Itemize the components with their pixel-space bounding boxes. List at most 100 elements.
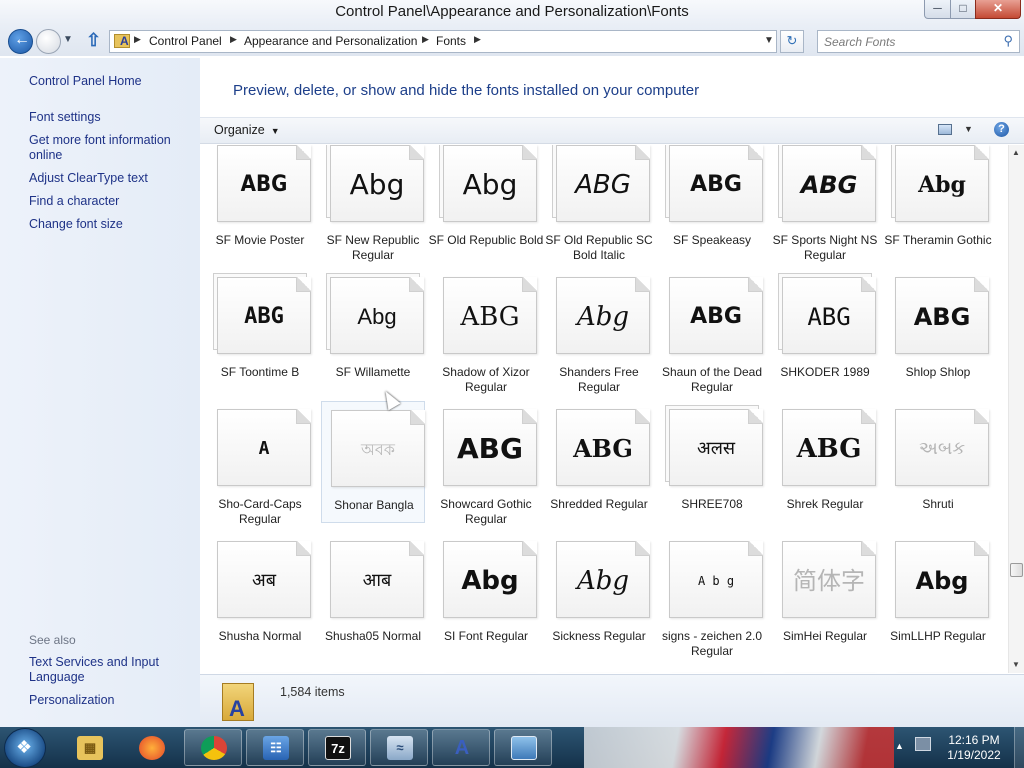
font-sample: Abg [462, 167, 518, 201]
font-tile[interactable]: अब Shusha Normal [208, 533, 312, 655]
taskbar-7zip[interactable]: 7z [308, 729, 366, 766]
font-tile[interactable]: Abg SF Theramin Gothic [884, 145, 992, 259]
font-settings-link[interactable]: Font settings [29, 110, 194, 125]
start-button[interactable]: ❖ [4, 728, 46, 768]
font-tile[interactable]: Abg Sickness Regular [547, 533, 651, 655]
vertical-scrollbar[interactable]: ▲ ▼ [1008, 145, 1024, 673]
system-clock[interactable]: 12:16 PM 1/19/2022 [935, 733, 1013, 763]
taskbar-chrome[interactable] [184, 729, 242, 766]
font-tile[interactable]: ABG SF Speakeasy [660, 145, 764, 259]
font-name: SF Theramin Gothic [884, 233, 992, 247]
search-input[interactable] [824, 33, 994, 50]
search-icon[interactable]: ⚲ [1003, 33, 1013, 49]
change-view-icon[interactable] [938, 124, 952, 135]
font-name: Sickness Regular [552, 629, 646, 643]
font-tile[interactable]: ABG SF Toontime B [208, 269, 312, 391]
chevron-right-icon[interactable]: ▶ [134, 34, 141, 45]
font-preview-icon: ABG [217, 145, 311, 222]
taskbar-font-viewer[interactable]: A [432, 729, 490, 766]
search-box[interactable]: ⚲ [817, 30, 1020, 53]
show-hidden-icons-icon[interactable]: ▲ [895, 741, 904, 751]
scroll-down-icon[interactable]: ▼ [1012, 660, 1020, 669]
font-tile[interactable] [434, 665, 538, 673]
breadcrumb-control-panel[interactable]: Control Panel [149, 34, 222, 48]
help-icon[interactable]: ? [994, 122, 1009, 137]
refresh-button[interactable]: ↻ [780, 30, 804, 53]
font-tile[interactable] [773, 665, 877, 673]
see-also-heading: See also [29, 633, 76, 647]
font-tile[interactable]: अलस SHREE708 [660, 401, 764, 523]
scrollbar-thumb[interactable] [1010, 563, 1023, 577]
font-tile[interactable] [321, 665, 425, 673]
font-name: Shlop Shlop [905, 365, 971, 379]
breadcrumb-fonts[interactable]: Fonts [436, 34, 466, 48]
change-font-size-link[interactable]: Change font size [29, 217, 194, 232]
maximize-button[interactable]: □ [950, 0, 976, 19]
font-tile[interactable]: ABG Shaun of the Dead Regular [660, 269, 764, 394]
font-tile[interactable]: ABG Showcard Gothic Regular [434, 401, 538, 526]
font-tile[interactable]: ABG SF Sports Night NS Regular [773, 145, 877, 262]
font-name: SF New Republic Regular [326, 233, 420, 262]
font-tile[interactable]: Abg SI Font Regular [434, 533, 538, 655]
back-button[interactable]: ← [8, 29, 33, 54]
font-tile[interactable]: Abg SimLLHP Regular [886, 533, 990, 655]
font-tile[interactable] [547, 665, 651, 673]
taskbar-photo-viewer[interactable] [494, 729, 552, 766]
address-bar[interactable]: A ▶ Control Panel ▶ Appearance and Perso… [109, 30, 777, 53]
font-tile[interactable] [208, 665, 312, 673]
item-count: 1,584 items [280, 685, 345, 699]
font-tile[interactable] [886, 665, 990, 673]
font-tile[interactable]: Abg SF Willamette [321, 269, 425, 391]
font-tile[interactable]: અબક Shruti [886, 401, 990, 523]
font-preview-icon: Abg [330, 277, 424, 354]
minimize-button[interactable]: ─ [924, 0, 951, 19]
forward-button[interactable] [36, 29, 61, 54]
taskbar-control-panel[interactable]: ☷ [246, 729, 304, 766]
font-tile[interactable]: Abg SF New Republic Regular [321, 145, 425, 262]
taskbar-firefox[interactable] [122, 729, 180, 766]
address-dropdown-icon[interactable]: ▼ [764, 35, 774, 46]
font-tile[interactable]: অবক Shonar Bangla [321, 401, 425, 523]
font-tile[interactable]: ABG Shadow of Xizor Regular [434, 269, 538, 394]
font-tile[interactable]: ABG Shlop Shlop [886, 269, 990, 391]
font-name: Shusha Normal [218, 629, 302, 643]
font-name: Shrek Regular [786, 497, 864, 511]
font-sample: A b g [697, 573, 735, 588]
font-tile[interactable]: ABG SHKODER 1989 [773, 269, 877, 391]
font-tile[interactable]: Abg SF Old Republic Bold [429, 145, 543, 259]
breadcrumb-appearance[interactable]: Appearance and Personalization [244, 34, 417, 48]
font-tile[interactable]: आब Shusha05 Normal [321, 533, 425, 655]
font-tile[interactable]: ABG Shrek Regular [773, 401, 877, 523]
font-tile[interactable] [660, 665, 764, 673]
taskbar-file-explorer[interactable]: ▦ [60, 729, 118, 766]
font-preview-icon: ABG [782, 277, 876, 354]
font-tile[interactable]: ABG SF Movie Poster [208, 145, 312, 259]
text-services-link[interactable]: Text Services and Input Language [29, 655, 194, 685]
chevron-right-icon[interactable]: ▶ [422, 34, 429, 45]
font-sample: ABG [460, 301, 520, 332]
up-arrow-icon[interactable]: ⇧ [86, 30, 101, 51]
network-icon[interactable] [915, 737, 931, 751]
close-button[interactable]: ✕ [975, 0, 1021, 19]
view-options-dropdown-icon[interactable]: ▼ [964, 124, 973, 134]
more-font-info-link[interactable]: Get more font information online [29, 133, 194, 163]
font-sample: Abg [576, 301, 630, 332]
font-tile[interactable]: A Sho-Card-Caps Regular [208, 401, 312, 526]
show-desktop-button[interactable] [1014, 727, 1024, 768]
scroll-up-icon[interactable]: ▲ [1012, 148, 1020, 157]
font-tile[interactable]: ABG SF Old Republic SC Bold Italic [545, 145, 653, 262]
font-tile[interactable]: 简体字 SimHei Regular [773, 533, 877, 655]
font-tile[interactable]: ABG Shredded Regular [547, 401, 651, 523]
recent-pages-dropdown-icon[interactable]: ▼ [63, 34, 73, 45]
personalization-link[interactable]: Personalization [29, 693, 194, 708]
chevron-right-icon[interactable]: ▶ [474, 34, 481, 45]
adjust-cleartype-link[interactable]: Adjust ClearType text [29, 171, 194, 186]
chevron-right-icon[interactable]: ▶ [230, 34, 237, 45]
control-panel-home-link[interactable]: Control Panel Home [29, 74, 194, 89]
find-character-link[interactable]: Find a character [29, 194, 194, 209]
font-tile[interactable]: Abg Shanders Free Regular [547, 269, 651, 394]
taskbar-resource-monitor[interactable]: ≈ [370, 729, 428, 766]
font-tile[interactable]: A b g signs - zeichen 2.0 Regular [660, 533, 764, 658]
font-name: SF Toontime B [220, 365, 300, 379]
organize-menu[interactable]: Organize ▼ [214, 123, 280, 137]
